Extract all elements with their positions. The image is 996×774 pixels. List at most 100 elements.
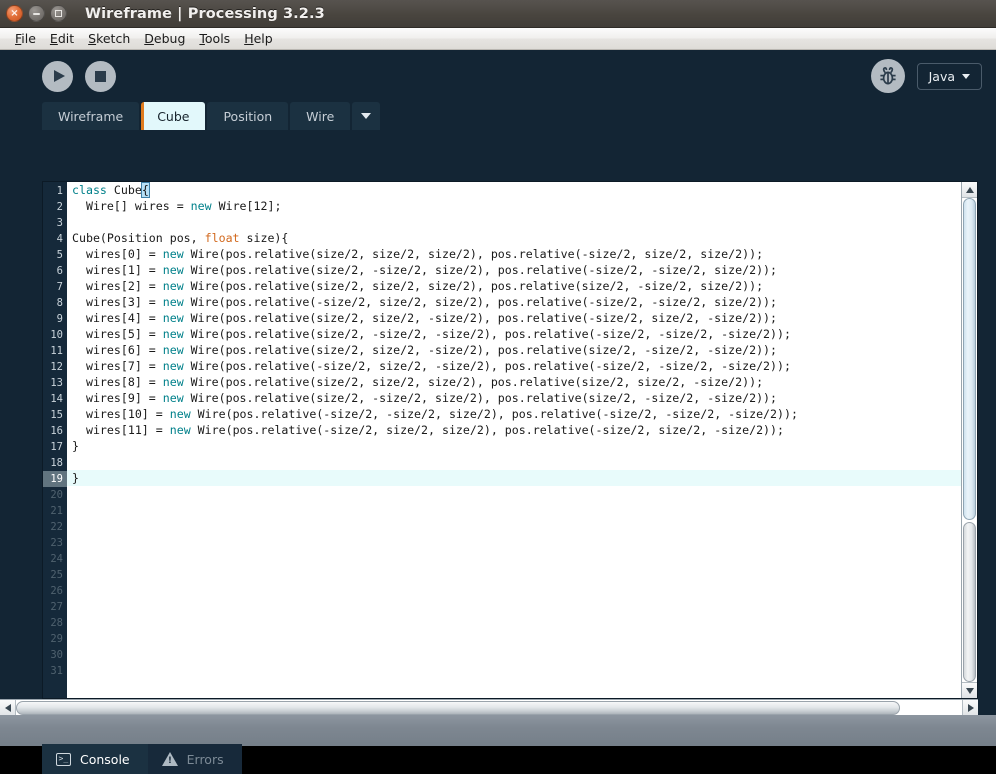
line-number: 15 <box>50 409 63 421</box>
sketch-tab-overflow-button[interactable] <box>352 102 381 130</box>
sketch-tab-position[interactable]: Position <box>207 102 289 130</box>
horizontal-scroll-track[interactable] <box>16 699 962 716</box>
scroll-right-button[interactable] <box>962 699 978 716</box>
code-line: wires[0] = new Wire(pos.relative(size/2,… <box>72 247 764 261</box>
console-tab-label: Console <box>80 751 130 767</box>
code-line: wires[5] = new Wire(pos.relative(size/2,… <box>72 327 791 341</box>
line-number: 3 <box>56 217 63 229</box>
line-number: 10 <box>50 329 63 341</box>
scroll-down-button[interactable] <box>962 682 977 698</box>
code-line: wires[9] = new Wire(pos.relative(size/2,… <box>72 391 778 405</box>
play-icon <box>53 70 65 82</box>
menu-file[interactable]: File <box>8 29 43 48</box>
chevron-down-icon <box>361 113 372 119</box>
line-number: 4 <box>56 233 63 245</box>
scroll-left-button[interactable] <box>0 699 16 716</box>
chevron-down-icon <box>965 687 974 694</box>
mode-label: Java <box>928 68 955 84</box>
code-line: Wire[] wires = new Wire[12]; <box>72 199 282 213</box>
chevron-down-icon <box>962 73 970 79</box>
line-number: 28 <box>50 617 63 629</box>
menu-debug[interactable]: Debug <box>137 29 192 48</box>
ide-body: Java Wireframe Cube Position Wire 12 3 4 5 6… <box>0 50 996 774</box>
editor-vertical-scrollbar[interactable] <box>961 182 977 698</box>
close-icon[interactable]: × <box>6 5 23 22</box>
code-line: } <box>67 470 961 486</box>
line-number: 5 <box>56 249 63 261</box>
stop-button[interactable] <box>85 60 116 92</box>
line-number: 11 <box>50 345 63 357</box>
line-number: 19 <box>43 471 67 487</box>
line-number: 6 <box>56 265 63 277</box>
ide-toolbar: Java <box>0 50 996 102</box>
code-text-area[interactable]: class Cube{ Wire[] wires = new Wire[12];… <box>67 182 961 698</box>
code-line: wires[1] = new Wire(pos.relative(size/2,… <box>72 263 778 277</box>
sketch-tab-label: Wire <box>306 108 335 124</box>
line-number: 8 <box>56 297 63 309</box>
warning-icon <box>161 752 178 766</box>
line-number: 2 <box>56 201 63 213</box>
line-number: 24 <box>50 553 63 565</box>
line-number: 18 <box>50 457 63 469</box>
vertical-scroll-track[interactable] <box>962 198 977 682</box>
menu-tools[interactable]: Tools <box>192 29 237 48</box>
menu-bar: File Edit Sketch Debug Tools Help <box>0 28 996 50</box>
line-number: 27 <box>50 601 63 613</box>
line-number: 20 <box>50 489 63 501</box>
menu-edit[interactable]: Edit <box>43 29 81 48</box>
code-line: wires[3] = new Wire(pos.relative(-size/2… <box>72 295 778 309</box>
line-number: 21 <box>50 505 63 517</box>
line-number: 30 <box>50 649 63 661</box>
code-line: wires[6] = new Wire(pos.relative(size/2,… <box>72 343 778 357</box>
code-line: wires[11] = new Wire(pos.relative(-size/… <box>72 423 784 437</box>
sketch-tab-label: Cube <box>157 108 190 124</box>
code-line: wires[10] = new Wire(pos.relative(-size/… <box>72 407 798 421</box>
maximize-icon[interactable] <box>50 5 67 22</box>
vertical-scroll-thumb-lower[interactable] <box>963 522 976 682</box>
line-number: 17 <box>50 441 63 453</box>
code-line: Cube(Position pos, float size){ <box>72 231 289 245</box>
code-line: wires[2] = new Wire(pos.relative(size/2,… <box>72 279 764 293</box>
editor-horizontal-scrollbar[interactable] <box>0 699 978 716</box>
menu-help[interactable]: Help <box>237 29 280 48</box>
chevron-left-icon <box>4 703 11 712</box>
window-title: Wireframe | Processing 3.2.3 <box>85 5 325 22</box>
window-titlebar: × Wireframe | Processing 3.2.3 <box>0 0 996 28</box>
console-tab[interactable]: >_ Console <box>42 744 148 774</box>
line-number: 26 <box>50 585 63 597</box>
console-tab-bar: >_ Console Errors <box>42 744 242 774</box>
bug-icon <box>879 67 896 85</box>
horizontal-scroll-thumb[interactable] <box>16 700 900 715</box>
terminal-icon: >_ <box>56 752 71 766</box>
code-line: wires[7] = new Wire(pos.relative(-size/2… <box>72 359 791 373</box>
line-number: 25 <box>50 569 63 581</box>
chevron-right-icon <box>967 703 974 712</box>
menu-sketch[interactable]: Sketch <box>81 29 137 48</box>
code-editor: 1 2 3 4 5 6 7 8 9 10 11 12 13 14 15 16 17 18 19 20 21 22 23 24 2… <box>42 181 978 699</box>
line-number: 12 <box>50 361 63 373</box>
line-number: 16 <box>50 425 63 437</box>
line-number: 23 <box>50 537 63 549</box>
toolbar-right: Java <box>870 59 982 93</box>
errors-tab[interactable]: Errors <box>147 744 242 774</box>
code-line: wires[4] = new Wire(pos.relative(size/2,… <box>72 311 778 325</box>
sketch-tab-cube[interactable]: Cube <box>141 102 206 130</box>
errors-tab-label: Errors <box>186 751 224 767</box>
mode-selector[interactable]: Java <box>916 62 982 90</box>
sketch-tab-label: Position <box>223 108 273 124</box>
debug-button[interactable] <box>870 59 905 93</box>
sketch-tab-wire[interactable]: Wire <box>290 102 351 130</box>
status-bar <box>0 715 996 746</box>
chevron-up-icon <box>965 186 974 193</box>
code-line: class Cube{ <box>72 182 150 198</box>
sketch-tab-label: Wireframe <box>58 108 124 124</box>
run-button[interactable] <box>42 60 73 92</box>
line-number: 31 <box>50 665 63 677</box>
minimize-icon[interactable] <box>28 5 45 22</box>
scroll-up-button[interactable] <box>962 182 977 198</box>
code-line: } <box>72 439 79 453</box>
sketch-tab-wireframe[interactable]: Wireframe <box>42 102 140 130</box>
vertical-scroll-thumb[interactable] <box>963 198 976 520</box>
